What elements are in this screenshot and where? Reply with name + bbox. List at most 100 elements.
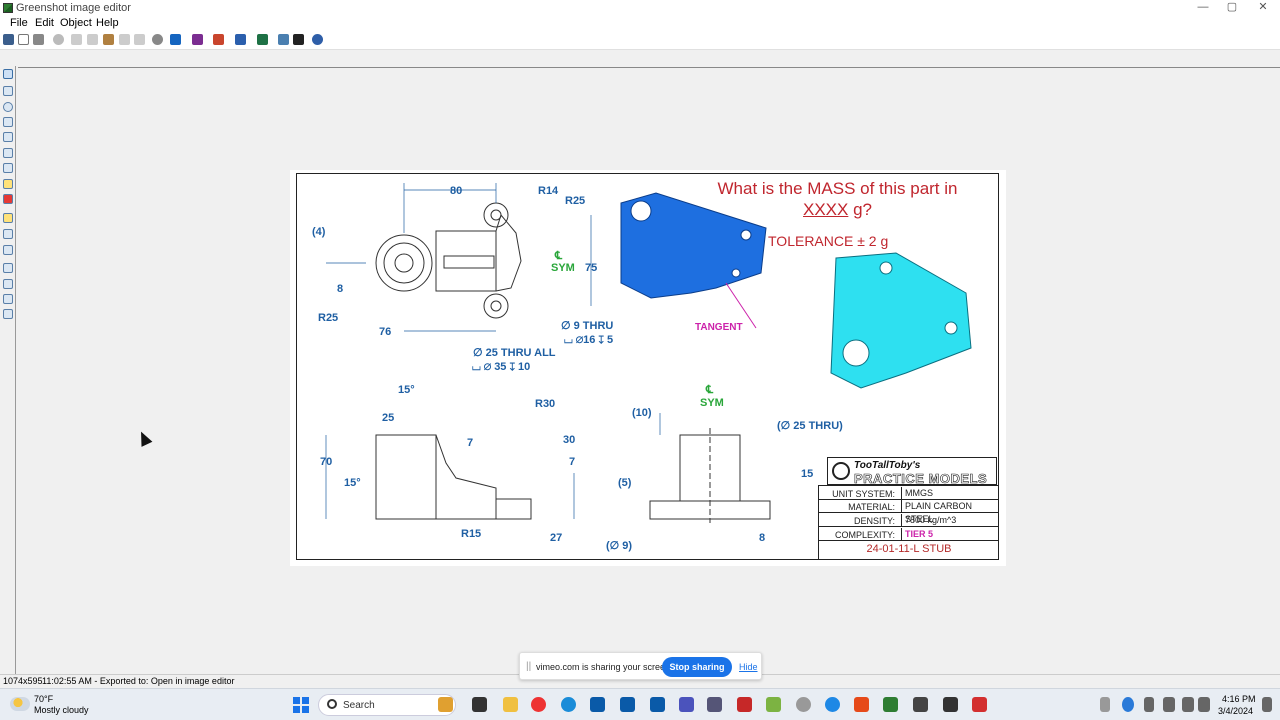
material-value: PLAIN CARBON STEEL [901,500,999,524]
crop-tool-icon[interactable] [3,245,13,255]
print-icon[interactable] [33,34,44,45]
dim-7-mid: 7 [467,437,473,449]
dim-30: 30 [563,434,575,446]
notepad-icon[interactable] [766,697,781,712]
powerpoint-icon[interactable] [213,34,224,45]
start-button[interactable] [293,697,309,713]
window-title: Greenshot image editor [16,2,131,14]
app-icon[interactable] [854,697,869,712]
counter-tool-icon[interactable] [3,194,13,204]
dim-angle-15-left: 15° [344,477,361,489]
new-icon[interactable] [18,34,29,45]
dim-8-side: 8 [759,532,765,544]
word-icon[interactable] [235,34,246,45]
app-icon[interactable] [913,697,928,712]
onedrive-icon[interactable] [1122,697,1134,712]
material-key: MATERIAL: [848,502,895,512]
close-button[interactable]: ✕ [1246,0,1280,16]
app-icon[interactable] [707,697,722,712]
speechbubble-tool-icon[interactable] [3,179,13,189]
imgur-icon[interactable] [278,34,289,45]
teams-icon[interactable] [679,697,694,712]
file-explorer-icon[interactable] [503,697,518,712]
taskbar: 70°F Mostly cloudy Search 4:16 PM 3/4/20… [0,688,1280,720]
app-icon[interactable] [590,697,605,712]
dim-4: (4) [312,226,326,238]
app-icon[interactable] [943,697,958,712]
rotate-tool-icon[interactable] [3,279,13,289]
chrome-icon[interactable] [531,697,546,712]
question-line-1: What is the MASS of this part in [717,179,958,198]
settings-icon[interactable] [152,34,163,45]
part-number: 24-01-11-L STUB [866,543,952,555]
app-icon[interactable] [472,697,487,712]
taskbar-search[interactable]: Search [318,694,456,716]
hide-link[interactable]: Hide [739,662,758,672]
dim-r14: R14 [538,185,559,197]
freehand-tool-icon[interactable] [3,148,13,158]
copy-icon[interactable] [87,34,98,45]
outlook-icon[interactable] [650,697,665,712]
resize-tool-icon[interactable] [3,309,13,319]
volume-icon[interactable] [1198,697,1210,712]
rectangle-tool-icon[interactable] [3,86,13,96]
menu-file[interactable]: File [10,17,28,29]
filezilla-icon[interactable] [737,697,752,712]
arrow-tool-icon[interactable] [3,132,13,142]
onenote-icon[interactable] [192,34,203,45]
delete-icon[interactable] [53,34,64,45]
excel-icon[interactable] [257,34,268,45]
app-icon[interactable] [438,697,453,712]
centerline-symbol-side: ℄ [705,384,714,396]
dim-10: (10) [632,407,652,419]
highlight-tool-icon[interactable] [3,213,13,223]
acrobat-icon[interactable] [972,697,987,712]
image-tool-icon[interactable] [3,263,13,273]
effects-tool-icon[interactable] [3,294,13,304]
clock-time[interactable]: 4:16 PM [1222,694,1256,704]
weather-icon[interactable] [10,697,30,711]
title-block: UNIT SYSTEM: MMGS MATERIAL: PLAIN CARBON… [818,485,999,559]
undo-icon[interactable] [119,34,130,45]
network-icon[interactable] [1182,697,1194,712]
edge-icon[interactable] [561,697,576,712]
maximize-button[interactable]: ▢ [1215,0,1249,16]
info-icon[interactable] [293,34,304,45]
skype-icon[interactable] [825,697,840,712]
ellipse-tool-icon[interactable] [3,102,13,112]
stop-sharing-button[interactable]: Stop sharing [662,657,732,677]
menu-help[interactable]: Help [96,17,119,29]
chevron-up-icon[interactable] [1100,697,1110,712]
menu-edit[interactable]: Edit [35,17,54,29]
menu-object[interactable]: Object [60,17,92,29]
greenshot-icon[interactable] [883,697,898,712]
weather-temp: 70°F [34,694,54,704]
dim-76: 76 [379,326,391,338]
outlook-icon[interactable] [170,34,181,45]
dim-hole-9: (∅ 9) [606,540,632,552]
sym-label-top: SYM [551,262,575,274]
drag-handle-icon[interactable]: || [526,661,531,672]
redo-icon[interactable] [134,34,145,45]
obfuscate-tool-icon[interactable] [3,229,13,239]
cursor-tool-icon[interactable] [3,69,13,79]
help-icon[interactable] [312,34,323,45]
save-icon[interactable] [3,34,14,45]
display-icon[interactable] [1163,697,1175,712]
dim-7-right: 7 [569,456,575,468]
microphone-icon[interactable] [1144,697,1154,712]
paste-icon[interactable] [103,34,114,45]
outlook-icon[interactable] [620,697,635,712]
callout-cbore-16: ⌴ ∅16 ↧ 5 [564,334,613,346]
dim-15: 15 [801,468,813,480]
text-tool-icon[interactable] [3,163,13,173]
dim-r15: R15 [461,528,481,540]
line-tool-icon[interactable] [3,117,13,127]
clock-date[interactable]: 3/4/2024 [1218,706,1253,716]
app-icon[interactable] [796,697,811,712]
complexity-key: COMPLEXITY: [834,530,895,540]
dim-75: 75 [585,262,597,274]
callout-cbore-35: ⌴ ∅ 35 ↧ 10 [472,361,530,373]
cut-icon[interactable] [71,34,82,45]
notification-icon[interactable] [1262,697,1272,712]
